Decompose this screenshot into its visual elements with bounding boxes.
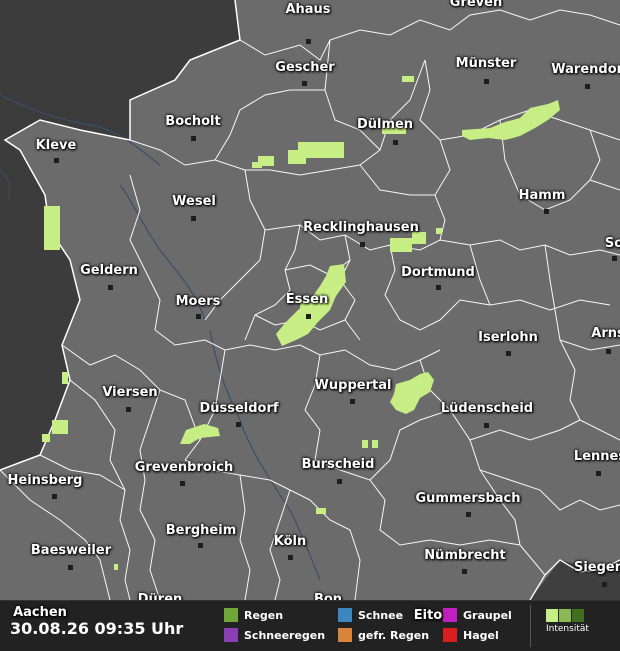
city-label: Düsseldorf (199, 401, 279, 416)
city-dot (236, 422, 241, 427)
legend-item-regen: Regen (224, 608, 283, 622)
legend-label: Hagel (463, 628, 499, 642)
city-dot (360, 242, 365, 247)
legend-label: gefr. Regen (358, 628, 430, 642)
city-label: Burscheid (301, 457, 375, 472)
graupel-swatch (443, 608, 457, 622)
city-dot (484, 79, 489, 84)
legend-label: Schneeregen (244, 628, 326, 642)
city-label: Dortmund (401, 265, 475, 280)
intensity-swatch-medium (559, 609, 571, 622)
city-label: Siegen (573, 560, 620, 575)
city-label: Gummersbach (415, 491, 521, 506)
city-label: Geldern (80, 263, 138, 278)
intensity-swatch-dark (572, 609, 584, 622)
intensity-scale: Intensität (546, 609, 589, 634)
city-dot (585, 84, 590, 89)
city-label: Kleve (35, 138, 77, 153)
city-dot (108, 285, 113, 290)
gefr-regen-swatch (338, 628, 352, 642)
city-dot (54, 158, 59, 163)
schneeregen-swatch (224, 628, 238, 642)
radar-map[interactable]: Ahaus Greven Gescher Münster Warendorf B… (0, 0, 620, 650)
city-label: Moers (175, 294, 221, 309)
city-dot (462, 569, 467, 574)
city-dot (191, 136, 196, 141)
city-dot (612, 256, 617, 261)
city-dot (337, 479, 342, 484)
city-label: Essen (285, 292, 329, 307)
city-dot (544, 209, 549, 214)
intensity-swatches (546, 609, 589, 622)
city-dot (602, 582, 607, 587)
city-label: Grevenbroich (134, 460, 234, 475)
legend-bar: 30.08.26 09:35 Uhr Regen Schneeregen Sch… (0, 600, 620, 651)
legend-divider (530, 605, 531, 647)
city-label: Iserlohn (478, 330, 538, 345)
city-dot (350, 399, 355, 404)
city-label: So (604, 236, 620, 251)
legend-label: Regen (244, 608, 284, 622)
city-label: Recklinghausen (303, 220, 419, 235)
hagel-swatch (443, 628, 457, 642)
legend-item-schnee: Schnee (338, 608, 403, 622)
city-label: Bocholt (165, 114, 221, 129)
city-label: Hamm (518, 188, 566, 203)
city-dot (196, 314, 201, 319)
city-label: Dülmen (356, 117, 414, 132)
city-label: Lüdenscheid (440, 401, 534, 416)
city-dot (306, 39, 311, 44)
intensity-swatch-light (546, 609, 558, 622)
city-label: Wesel (172, 194, 216, 209)
city-label: Münster (455, 56, 517, 71)
legend-label: Schnee (358, 608, 404, 622)
city-dot (306, 314, 311, 319)
city-label: Baesweiler (30, 543, 112, 558)
city-dot (191, 216, 196, 221)
city-label: Greven (449, 0, 503, 10)
legend-item-graupel: Graupel (443, 608, 512, 622)
city-dot (596, 471, 601, 476)
city-dot (52, 494, 57, 499)
city-dot (126, 407, 131, 412)
intensity-label: Intensität (546, 624, 589, 634)
city-label: Lennes (573, 449, 620, 464)
city-label: Aachen (13, 605, 67, 620)
timestamp: 30.08.26 09:35 Uhr (10, 619, 184, 638)
city-dot (466, 512, 471, 517)
city-dot (302, 81, 307, 86)
city-dot (484, 423, 489, 428)
city-dot (506, 351, 511, 356)
schnee-swatch (338, 608, 352, 622)
city-label: Gescher (275, 60, 335, 75)
city-label: Eito (413, 608, 443, 623)
city-label: Viersen (102, 385, 158, 400)
city-label: Nümbrecht (424, 548, 506, 563)
city-dot (198, 543, 203, 548)
city-dot (180, 481, 185, 486)
city-label: Köln (273, 534, 307, 549)
city-label: Ahaus (285, 2, 331, 17)
city-label: Heinsberg (7, 473, 83, 488)
city-dot (288, 555, 293, 560)
city-dot (436, 285, 441, 290)
city-dot (606, 349, 611, 354)
city-dot (393, 140, 398, 145)
city-label: Warendorf (551, 62, 620, 77)
legend-label: Graupel (463, 608, 512, 622)
city-label: Wuppertal (314, 378, 392, 393)
legend-item-gefr-regen: gefr. Regen (338, 628, 429, 642)
legend-item-schneeregen: Schneeregen (224, 628, 325, 642)
city-dot (68, 565, 73, 570)
legend-item-hagel: Hagel (443, 628, 499, 642)
city-label: Arns (591, 326, 620, 341)
city-label: Bergheim (165, 523, 237, 538)
regen-swatch (224, 608, 238, 622)
